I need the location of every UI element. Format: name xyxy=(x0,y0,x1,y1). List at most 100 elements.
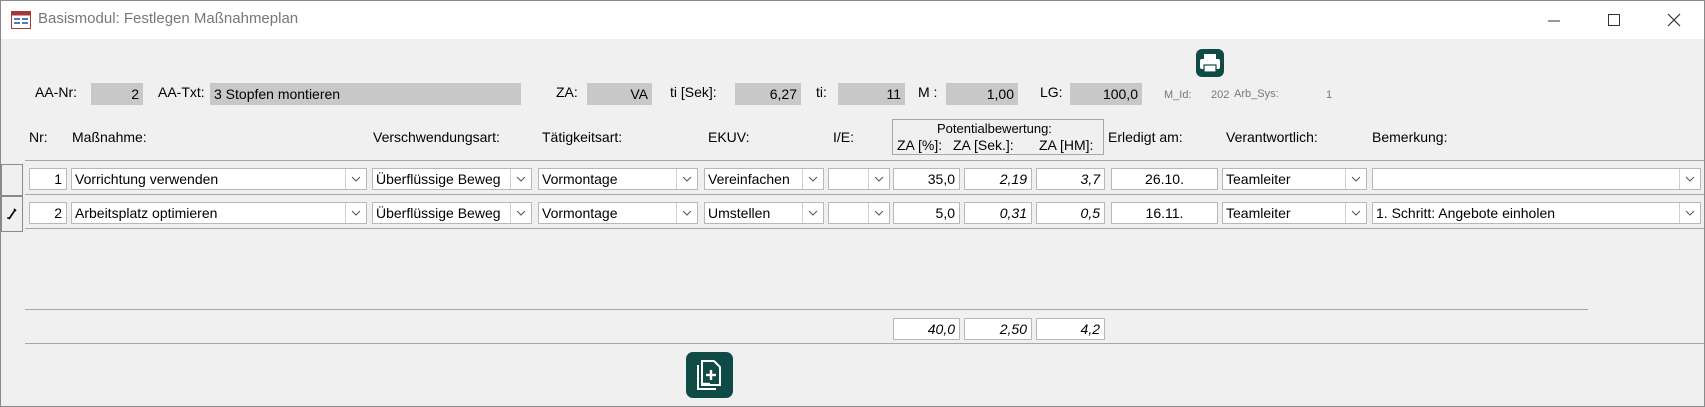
za-label: ZA: xyxy=(556,84,578,100)
record-selector[interactable] xyxy=(1,196,23,232)
window: Basismodul: Festlegen Maßnahmeplan AA-Nr… xyxy=(0,0,1705,407)
lg-field: 100,0 xyxy=(1070,83,1142,105)
close-button[interactable] xyxy=(1651,5,1697,35)
bemerkung-combo[interactable] xyxy=(1372,168,1701,190)
col-nr: Nr: xyxy=(29,129,48,145)
window-title: Basismodul: Festlegen Maßnahmeplan xyxy=(38,10,299,27)
total-za-hm-field: 4,2 xyxy=(1036,318,1105,340)
za-hm-field: 0,5 xyxy=(1036,202,1105,224)
massnahme-combo[interactable]: Arbeitsplatz optimieren xyxy=(71,202,367,224)
chevron-down-icon[interactable] xyxy=(1345,203,1366,223)
chevron-down-icon[interactable] xyxy=(676,203,697,223)
bemerkung-value: 1. Schritt: Angebote einholen xyxy=(1376,205,1556,221)
erledigt-field[interactable]: 26.10. xyxy=(1111,168,1218,190)
massnahme-value: Arbeitsplatz optimieren xyxy=(75,205,218,221)
potential-title: Potentialbewertung: xyxy=(937,121,1052,136)
col-za-pct: ZA [%]: xyxy=(897,137,943,153)
aa-nr-label: AA-Nr: xyxy=(35,84,77,100)
pencil-edit-icon xyxy=(7,207,17,225)
row-divider xyxy=(25,160,1704,161)
m-field: 1,00 xyxy=(946,83,1018,105)
minimize-icon xyxy=(1548,20,1560,22)
verschwendungsart-combo[interactable]: Überflüssige Beweg xyxy=(372,202,532,224)
close-icon xyxy=(1667,13,1681,27)
m-id-value: 202 xyxy=(1211,89,1230,101)
za-pct-field[interactable]: 35,0 xyxy=(893,168,960,190)
ti-sek-label: ti [Sek]: xyxy=(670,84,717,100)
ie-combo[interactable] xyxy=(828,168,890,190)
footer-divider xyxy=(25,343,1704,344)
ie-combo[interactable] xyxy=(828,202,890,224)
taetigkeitsart-combo[interactable]: Vormontage xyxy=(538,168,698,190)
za-pct-field[interactable]: 5,0 xyxy=(893,202,960,224)
verantwortlich-combo[interactable]: Teamleiter xyxy=(1222,202,1367,224)
chevron-down-icon[interactable] xyxy=(510,169,531,189)
verschwendungsart-combo[interactable]: Überflüssige Beweg xyxy=(372,168,532,190)
chevron-down-icon[interactable] xyxy=(802,203,823,223)
ekuv-value: Vereinfachen xyxy=(708,171,790,187)
form-body: AA-Nr: 2 AA-Txt: 3 Stopfen montieren ZA:… xyxy=(1,39,1704,406)
taetigkeitsart-value: Vormontage xyxy=(542,171,618,187)
ti-label: ti: xyxy=(816,84,827,100)
chevron-down-icon[interactable] xyxy=(1679,203,1700,223)
taetigkeitsart-value: Vormontage xyxy=(542,205,618,221)
ekuv-value: Umstellen xyxy=(708,205,771,221)
footer-divider xyxy=(25,309,1588,310)
col-za-hm: ZA [HM]: xyxy=(1039,137,1094,153)
verantwortlich-combo[interactable]: Teamleiter xyxy=(1222,168,1367,190)
massnahme-value: Vorrichtung verwenden xyxy=(75,171,219,187)
row-divider xyxy=(25,194,1704,195)
chevron-down-icon[interactable] xyxy=(1679,169,1700,189)
lg-label: LG: xyxy=(1040,84,1063,100)
chevron-down-icon[interactable] xyxy=(345,169,366,189)
ekuv-combo[interactable]: Vereinfachen xyxy=(704,168,824,190)
massnahme-combo[interactable]: Vorrichtung verwenden xyxy=(71,168,367,190)
row-divider xyxy=(25,228,1704,229)
total-za-sek-field: 2,50 xyxy=(964,318,1032,340)
aa-txt-field: 3 Stopfen montieren xyxy=(210,83,521,105)
verantwortlich-value: Teamleiter xyxy=(1226,171,1291,187)
potentialbewertung-box: Potentialbewertung: ZA [%]: ZA [Sek.]: Z… xyxy=(892,119,1104,155)
record-selector[interactable] xyxy=(1,164,23,196)
col-verschwendungsart: Verschwendungsart: xyxy=(373,129,500,145)
verschwendungsart-value: Überflüssige Beweg xyxy=(376,171,501,187)
m-label: M : xyxy=(918,84,938,100)
row-nr-field[interactable]: 1 xyxy=(29,168,67,190)
m-id-label: M_Id: xyxy=(1164,89,1192,101)
verantwortlich-value: Teamleiter xyxy=(1226,205,1291,221)
chevron-down-icon[interactable] xyxy=(868,203,889,223)
verschwendungsart-value: Überflüssige Beweg xyxy=(376,205,501,221)
minimize-button[interactable] xyxy=(1531,5,1577,35)
col-ekuv: EKUV: xyxy=(708,129,750,145)
access-form-icon xyxy=(11,11,31,29)
maximize-icon xyxy=(1608,14,1620,26)
chevron-down-icon[interactable] xyxy=(1345,169,1366,189)
za-hm-field: 3,7 xyxy=(1036,168,1105,190)
za-sek-field: 0,31 xyxy=(964,202,1032,224)
maximize-button[interactable] xyxy=(1591,5,1637,35)
add-document-icon xyxy=(697,360,721,390)
taetigkeitsart-combo[interactable]: Vormontage xyxy=(538,202,698,224)
chevron-down-icon[interactable] xyxy=(868,169,889,189)
chevron-down-icon[interactable] xyxy=(802,169,823,189)
bemerkung-combo[interactable]: 1. Schritt: Angebote einholen xyxy=(1372,202,1701,224)
chevron-down-icon[interactable] xyxy=(510,203,531,223)
title-bar: Basismodul: Festlegen Maßnahmeplan xyxy=(1,1,1704,39)
chevron-down-icon[interactable] xyxy=(345,203,366,223)
row-nr-field[interactable]: 2 xyxy=(29,202,67,224)
arb-sys-value: 1 xyxy=(1326,89,1333,101)
col-massnahme: Maßnahme: xyxy=(72,129,147,145)
chevron-down-icon[interactable] xyxy=(676,169,697,189)
col-za-sek: ZA [Sek.]: xyxy=(953,137,1014,153)
erledigt-field[interactable]: 16.11. xyxy=(1111,202,1218,224)
total-za-pct-field: 40,0 xyxy=(893,318,960,340)
arb-sys-label: Arb_Sys: xyxy=(1234,88,1279,100)
add-record-button[interactable] xyxy=(686,352,733,398)
za-sek-field: 2,19 xyxy=(964,168,1032,190)
print-button[interactable] xyxy=(1196,49,1224,77)
col-taetigkeitsart: Tätigkeitsart: xyxy=(542,129,623,145)
col-bemerkung: Bemerkung: xyxy=(1372,129,1448,145)
printer-icon xyxy=(1200,54,1220,73)
ekuv-combo[interactable]: Umstellen xyxy=(704,202,824,224)
ti-field: 11 xyxy=(838,83,905,105)
